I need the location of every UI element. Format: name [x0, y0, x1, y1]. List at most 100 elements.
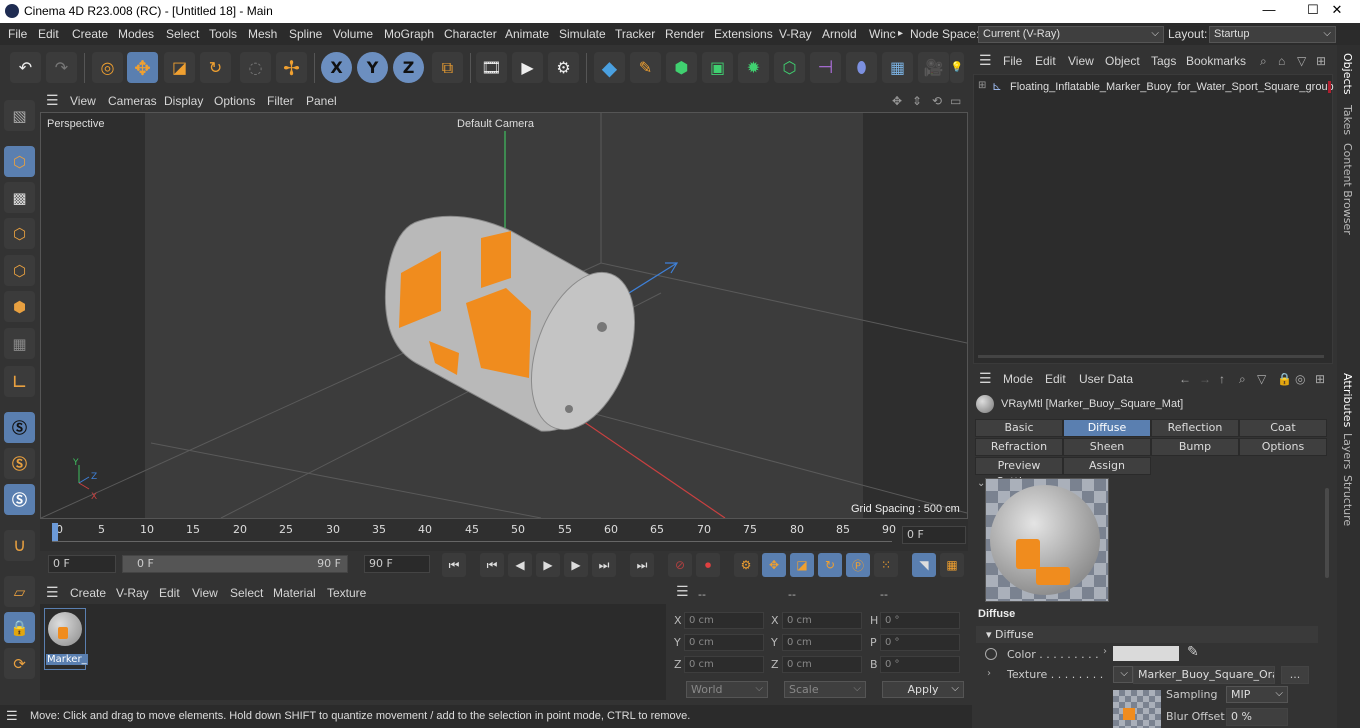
hamburger-icon[interactable]: ☰ — [979, 370, 992, 387]
lock-icon[interactable]: 🔒 — [1277, 372, 1292, 386]
coordinate-system-icon[interactable]: ⧉ — [432, 52, 463, 83]
magnet-icon[interactable]: ∪ — [4, 530, 35, 561]
menu-tools[interactable]: Tools — [209, 27, 237, 41]
home-icon[interactable]: ⌂ — [1278, 54, 1285, 68]
camera-icon[interactable]: 🎥 — [918, 52, 949, 83]
color-expand-icon[interactable]: › — [1103, 646, 1107, 657]
menu-tracker[interactable]: Tracker — [615, 27, 655, 41]
animate-color-icon[interactable] — [985, 648, 997, 660]
frame-range-slider[interactable]: 0 F 90 F — [122, 555, 348, 573]
objects-menu-object[interactable]: Object — [1105, 54, 1140, 68]
menu-window[interactable]: Winc — [869, 27, 896, 41]
z-axis-lock-button[interactable]: Z — [393, 52, 424, 83]
blur-offset-field[interactable]: 0 % — [1226, 708, 1288, 726]
menu-spline[interactable]: Spline — [289, 27, 322, 41]
workplane-icon[interactable]: ▱ — [4, 576, 35, 607]
play-icon[interactable]: ▶ — [536, 553, 560, 577]
viewport-menu-filter[interactable]: Filter — [267, 94, 294, 108]
interpolation-icon[interactable]: ◥ — [912, 553, 936, 577]
viewport-menu-display[interactable]: Display — [164, 94, 203, 108]
snap-settings-icon[interactable]: Ⓢ — [4, 448, 35, 479]
viewport-rotate-icon[interactable]: ⟲ — [932, 94, 942, 108]
tab-takes[interactable]: Takes — [1341, 105, 1354, 135]
menu-create[interactable]: Create — [72, 27, 108, 41]
mograph-cloner-icon[interactable]: ⬡ — [774, 52, 805, 83]
model-mode-icon[interactable]: ⬡ — [4, 146, 35, 177]
move-tool-icon[interactable]: ✥ — [127, 52, 158, 83]
attributes-menu-edit[interactable]: Edit — [1045, 372, 1066, 386]
object-list[interactable]: ⊞ ⊾ Floating_Inflatable_Marker_Buoy_for_… — [973, 74, 1334, 364]
x-axis-lock-button[interactable]: X — [321, 52, 352, 83]
hamburger-icon[interactable]: ☰ — [979, 52, 992, 69]
planar-workplane-icon[interactable]: ⟳ — [4, 648, 35, 679]
viewport-menu-options[interactable]: Options — [214, 94, 255, 108]
playhead[interactable] — [52, 523, 58, 541]
keyframe-selection-icon[interactable]: ⚙ — [734, 553, 758, 577]
material-menu-material[interactable]: Material — [273, 586, 316, 600]
rotation-h-field[interactable]: 0 ° — [880, 612, 960, 629]
key-pla-icon[interactable]: ⁙ — [874, 553, 898, 577]
tab-diffuse[interactable]: Diffuse — [1063, 419, 1151, 437]
hamburger-icon[interactable]: ☰ — [46, 584, 59, 601]
material-menu-vray[interactable]: V-Ray — [116, 586, 149, 600]
floor-icon[interactable]: ▦ — [882, 52, 913, 83]
search-icon[interactable]: ⌕ — [1260, 54, 1267, 69]
tab-objects[interactable]: Objects — [1341, 53, 1354, 95]
size-z-field[interactable]: 0 cm — [782, 656, 862, 673]
3d-viewport[interactable]: Perspective Default Camera Grid Spacing … — [40, 112, 968, 519]
key-parameter-icon[interactable]: Ⓟ — [846, 553, 870, 577]
close-button[interactable]: ✕ — [1314, 2, 1360, 21]
previous-frame-icon[interactable]: ◀ — [508, 553, 532, 577]
rotate-tool-icon[interactable]: ↻ — [200, 52, 231, 83]
menu-mesh[interactable]: Mesh — [248, 27, 277, 41]
color-swatch[interactable] — [1113, 646, 1179, 661]
scale-tool-icon[interactable]: ◪ — [164, 52, 195, 83]
snap-icon[interactable]: Ⓢ — [4, 412, 35, 443]
tab-coat[interactable]: Coat — [1239, 419, 1327, 437]
viewport-maximize-icon[interactable]: ▭ — [950, 94, 961, 108]
menu-vray[interactable]: V-Ray — [779, 27, 812, 41]
viewport-pan-icon[interactable]: ✥ — [892, 94, 902, 108]
make-editable-icon[interactable]: ▧ — [4, 100, 35, 131]
position-z-field[interactable]: 0 cm — [684, 656, 764, 673]
position-x-field[interactable]: 0 cm — [684, 612, 764, 629]
go-to-end-icon[interactable]: ⏭ — [630, 553, 654, 577]
back-arrow-icon[interactable]: ← — [1179, 372, 1191, 386]
sampling-dropdown[interactable]: MIP — [1226, 686, 1288, 703]
key-scale-icon[interactable]: ◪ — [790, 553, 814, 577]
viewport-scene[interactable]: Perspective Default Camera Grid Spacing … — [41, 113, 967, 518]
record-active-icon[interactable]: ⊘ — [668, 553, 692, 577]
quantize-icon[interactable]: Ⓢ — [4, 484, 35, 515]
subsection-header[interactable]: ▾ Diffuse — [976, 626, 1318, 643]
redo-icon[interactable]: ↷ — [46, 52, 77, 83]
up-arrow-icon[interactable]: ↑ — [1219, 372, 1225, 386]
locked-workplane-icon[interactable]: 🔒 — [4, 612, 35, 643]
coordinate-space-dropdown[interactable]: World — [686, 681, 768, 698]
light-icon[interactable]: 💡 — [950, 52, 964, 83]
hamburger-icon[interactable]: ☰ — [46, 92, 59, 109]
tab-bump[interactable]: Bump — [1151, 438, 1239, 456]
render-view-icon[interactable]: 🎞 — [476, 52, 507, 83]
menu-overflow-icon[interactable]: ▸ — [898, 28, 903, 39]
material-menu-texture[interactable]: Texture — [327, 586, 366, 600]
next-key-icon[interactable]: ⏭ — [592, 553, 616, 577]
status-menu-icon[interactable]: ☰ — [6, 708, 18, 724]
menu-volume[interactable]: Volume — [333, 27, 373, 41]
eyedropper-icon[interactable]: ✎ — [1187, 644, 1199, 660]
end-frame-field[interactable]: 90 F — [364, 555, 430, 573]
menu-edit[interactable]: Edit — [38, 27, 59, 41]
cube-object-icon[interactable]: ◆ — [594, 52, 625, 83]
autokey-icon[interactable]: ⏺ — [696, 553, 720, 577]
render-picture-viewer-icon[interactable]: ▶ — [512, 52, 543, 83]
material-preview[interactable] — [985, 478, 1109, 602]
material-thumbnail[interactable]: Marker_ — [44, 608, 88, 670]
layout-dropdown[interactable]: Startup — [1209, 26, 1336, 43]
search-icon[interactable]: ⌕ — [1239, 372, 1246, 387]
tab-attributes[interactable]: Attributes — [1341, 373, 1354, 427]
size-x-field[interactable]: 0 cm — [782, 612, 862, 629]
viewport-menu-cameras[interactable]: Cameras — [108, 94, 157, 108]
bend-deformer-icon[interactable]: ⊣ — [810, 52, 841, 83]
live-selection-icon[interactable]: ◎ — [92, 52, 123, 83]
material-menu-edit[interactable]: Edit — [159, 586, 180, 600]
tab-preview-settings[interactable]: Preview Settings — [975, 457, 1063, 488]
